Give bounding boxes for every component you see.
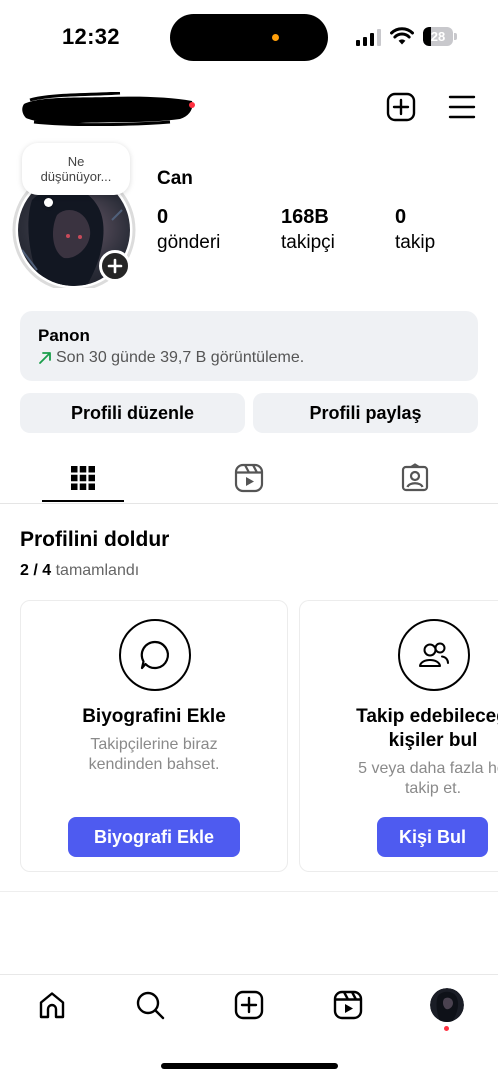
username-redacted[interactable]: [20, 92, 195, 126]
stat-label: takipçi: [281, 232, 335, 253]
tab-reels[interactable]: [229, 458, 269, 498]
stat-followers[interactable]: 168B takipçi: [281, 204, 335, 256]
tab-grid[interactable]: [63, 458, 103, 498]
complete-profile-progress: 2 / 4 tamamlandı: [20, 562, 139, 580]
home-icon: [39, 992, 65, 1019]
dashboard-card[interactable]: Panon Son 30 günde 39,7 B görüntüleme.: [20, 311, 478, 381]
nav-search[interactable]: [133, 988, 167, 1022]
bio-card-title: Biyografini Ekle: [82, 706, 226, 727]
stat-following[interactable]: 0 takip: [395, 204, 435, 256]
dashboard-views: Son 30 günde 39,7 B görüntüleme.: [56, 349, 305, 366]
stat-value: 168B: [281, 206, 329, 228]
edit-profile-button[interactable]: Profili düzenle: [20, 393, 245, 433]
bio-icon-circle: [119, 619, 191, 691]
progress-count: 2 / 4: [20, 562, 52, 579]
privacy-indicator-dot: [272, 34, 279, 41]
find-people-desc-line2: takip et.: [404, 780, 462, 797]
stat-label: takip: [395, 232, 436, 253]
dashboard-title: Panon: [38, 326, 90, 345]
bio-card-desc-line1: Takipçilerine biraz: [90, 736, 218, 753]
wifi-icon: [390, 27, 414, 45]
find-people-title-line2: kişiler bul: [388, 730, 478, 751]
find-people-icon-circle: [398, 619, 470, 691]
note-text: Ne düşünüyor...: [40, 154, 112, 184]
stat-value: 0: [157, 206, 169, 228]
status-time: 12:32: [62, 24, 120, 49]
stat-posts[interactable]: 0 gönderi: [157, 204, 220, 256]
bio-card: Biyografini Ekle Takipçilerine biraz ken…: [20, 600, 288, 872]
cellular-signal-icon: [356, 28, 382, 46]
status-bar: 12:32 28: [0, 0, 498, 76]
display-name: Can: [157, 168, 193, 189]
search-icon: [136, 991, 165, 1020]
battery-level: 28: [430, 29, 446, 44]
dynamic-island: [170, 14, 328, 61]
notification-dot: [444, 1026, 449, 1031]
add-story-button[interactable]: [99, 250, 131, 282]
nav-home[interactable]: [35, 988, 69, 1022]
bio-card-desc-line2: kendinden bahset.: [88, 756, 220, 773]
menu-icon[interactable]: [448, 94, 476, 120]
find-people-desc-line1: 5 veya daha fazla he: [358, 760, 498, 777]
people-icon: [419, 642, 449, 667]
tab-divider: [0, 503, 498, 504]
reels-icon: [333, 990, 363, 1020]
bottom-nav-divider: [0, 974, 498, 975]
tab-tagged[interactable]: [395, 458, 435, 498]
battery-icon: 28: [423, 27, 457, 46]
reels-icon: [234, 463, 264, 493]
profile-avatar-image: [430, 988, 464, 1022]
note-bubble[interactable]: Ne düşünüyor...: [22, 143, 130, 195]
nav-create[interactable]: [232, 988, 266, 1022]
complete-profile-title: Profilini doldur: [20, 528, 170, 551]
dashboard-subtitle: Son 30 günde 39,7 B görüntüleme.: [38, 347, 460, 369]
progress-label: tamamlandı: [55, 562, 140, 579]
nav-profile-avatar[interactable]: [430, 988, 464, 1022]
find-people-button[interactable]: Kişi Bul: [377, 817, 488, 857]
nav-reels[interactable]: [331, 988, 365, 1022]
new-post-icon[interactable]: [386, 92, 416, 122]
share-profile-button[interactable]: Profili paylaş: [253, 393, 478, 433]
add-bio-button[interactable]: Biyografi Ekle: [68, 817, 240, 857]
find-people-title-line1: Takip edebileceğ: [356, 706, 498, 727]
stat-label: gönderi: [157, 232, 221, 253]
grid-icon: [71, 466, 95, 490]
section-divider: [0, 891, 498, 892]
find-people-card: Takip edebileceğ kişiler bul 5 veya daha…: [299, 600, 498, 872]
stat-value: 0: [395, 206, 407, 228]
speech-bubble-icon: [140, 640, 169, 670]
plus-icon: [107, 258, 123, 274]
create-post-icon: [234, 990, 264, 1020]
trend-up-icon: [39, 352, 51, 364]
active-tab-indicator: [42, 500, 124, 502]
tagged-icon: [401, 463, 429, 492]
note-bubble-tail: [44, 198, 53, 207]
home-indicator: [161, 1063, 338, 1069]
